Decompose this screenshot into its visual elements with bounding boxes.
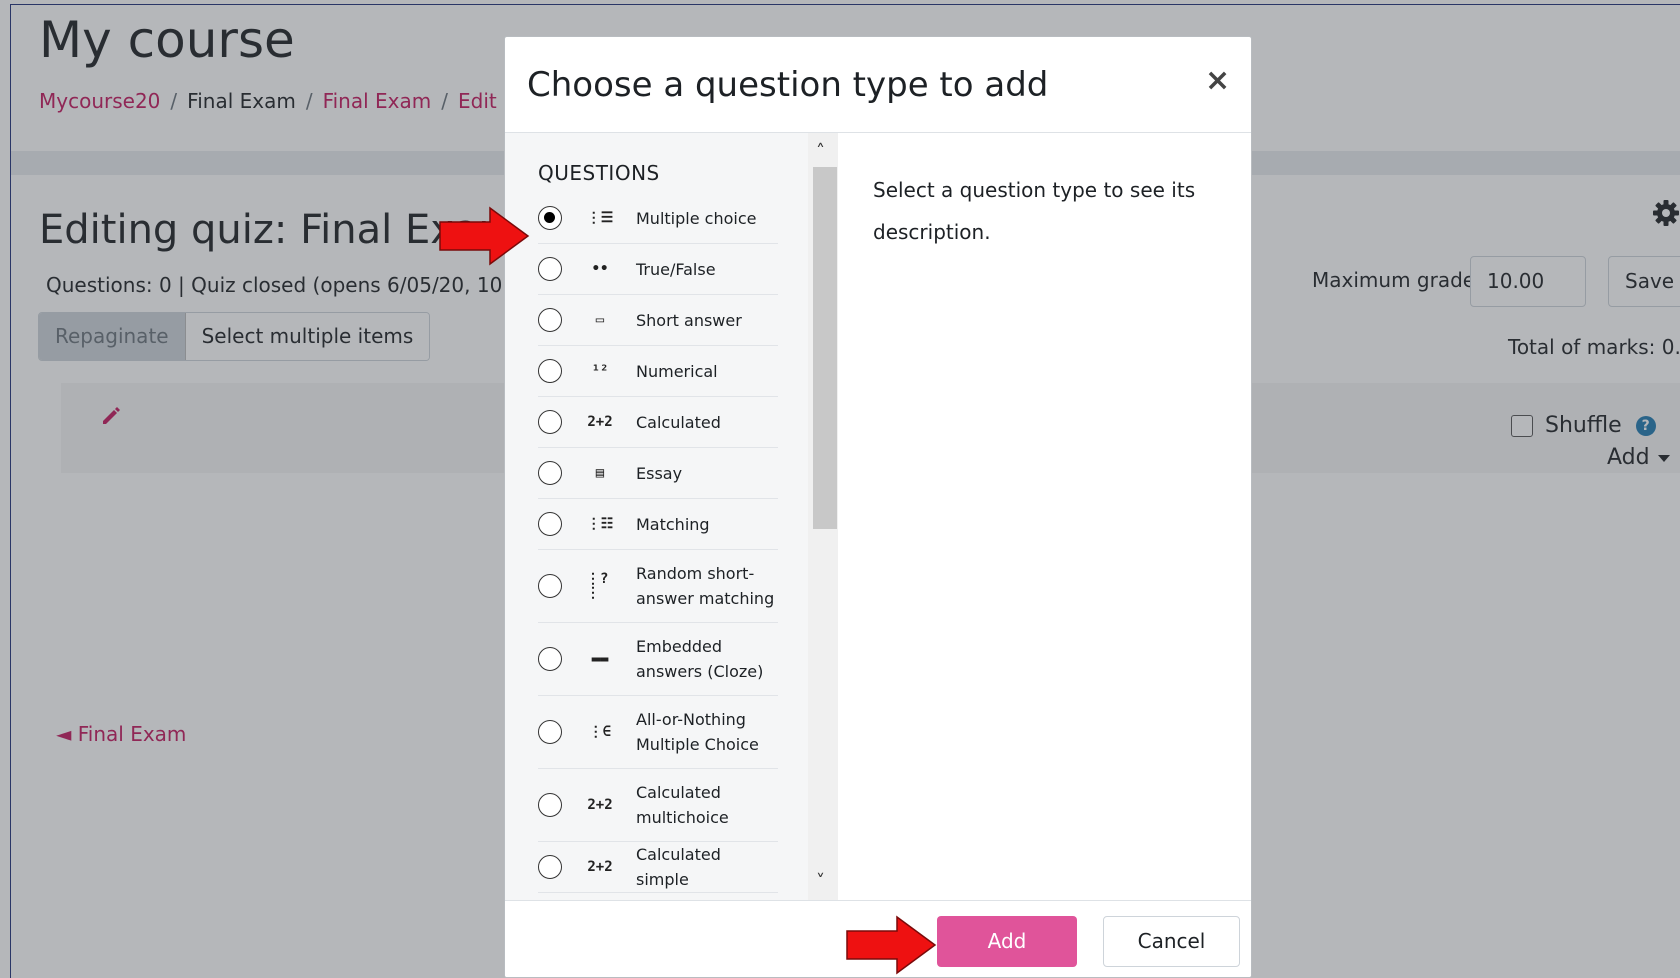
allornothing-icon: ⋮∈ xyxy=(588,724,612,740)
question-type-radio[interactable] xyxy=(538,206,562,230)
question-type-option[interactable]: 2+2 Calculated multichoice xyxy=(538,769,778,842)
question-type-option[interactable]: •• True/False xyxy=(538,244,778,295)
shortanswer-icon: ▭ xyxy=(595,312,605,328)
question-type-option[interactable]: ⋮∈ All-or-Nothing Multiple Choice xyxy=(538,696,778,769)
question-type-radio[interactable] xyxy=(538,793,562,817)
question-type-label: Multiple choice xyxy=(636,208,757,228)
matching-icon: ⋮☷ xyxy=(586,516,614,532)
question-type-option[interactable]: 2+2 Calculated simple xyxy=(538,842,778,893)
question-type-radio[interactable] xyxy=(538,574,562,598)
annotation-arrow-icon xyxy=(846,915,937,975)
question-type-option[interactable]: ▤ Essay xyxy=(538,448,778,499)
essay-icon: ▤ xyxy=(595,465,605,481)
question-type-label: True/False xyxy=(636,259,716,279)
question-type-option[interactable]: ⋮☷ Matching xyxy=(538,499,778,550)
questions-heading: QUESTIONS xyxy=(538,161,660,185)
question-type-option[interactable]: 2+2 Calculated xyxy=(538,397,778,448)
scrollbar-thumb[interactable] xyxy=(813,167,837,529)
question-type-option[interactable]: ¹² Numerical xyxy=(538,346,778,397)
question-type-label: Calculated simple xyxy=(636,845,721,889)
question-type-label: Matching xyxy=(636,514,710,534)
calculated-icon: 2+2 xyxy=(587,414,613,430)
question-type-radio[interactable] xyxy=(538,257,562,281)
cancel-button[interactable]: Cancel xyxy=(1103,916,1240,967)
add-button[interactable]: Add xyxy=(937,916,1077,967)
numerical-icon: ¹² xyxy=(591,363,609,379)
randomsamatch-icon: ⋮?⋮ xyxy=(586,571,609,601)
calculatedmulti-icon: 2+2 xyxy=(587,797,613,813)
question-type-label: Numerical xyxy=(636,361,718,381)
question-type-option[interactable]: ▭ Short answer xyxy=(538,295,778,346)
question-type-list-pane: QUESTIONS ⋮☰ Multiple choice •• True/False ▭… xyxy=(505,133,838,900)
question-type-option[interactable]: ⋮☰ Multiple choice xyxy=(538,193,778,244)
question-type-label: Random short-answer matching xyxy=(636,564,775,608)
question-type-radio[interactable] xyxy=(538,647,562,671)
question-type-radio[interactable] xyxy=(538,461,562,485)
list-scrollbar[interactable]: ˄ ˅ xyxy=(808,133,838,900)
close-icon[interactable]: × xyxy=(1205,63,1230,98)
dialog-title: Choose a question type to add xyxy=(527,65,1049,105)
question-type-option[interactable]: ⋮?⋮ Random short-answer matching xyxy=(538,550,778,623)
scroll-up-icon[interactable]: ˄ xyxy=(816,141,825,162)
question-type-label: Calculated xyxy=(636,412,721,432)
question-type-radio[interactable] xyxy=(538,512,562,536)
question-type-option[interactable]: ▬▬ Embedded answers (Cloze) xyxy=(538,623,778,696)
description-pane: Select a question type to see its descri… xyxy=(838,133,1251,900)
truefalse-icon: •• xyxy=(591,261,609,277)
scroll-down-icon[interactable]: ˅ xyxy=(816,871,825,892)
question-type-label: Short answer xyxy=(636,310,742,330)
question-type-dialog: Choose a question type to add × QUESTION… xyxy=(504,36,1252,978)
question-type-description: Select a question type to see its descri… xyxy=(873,178,1196,244)
question-type-radio[interactable] xyxy=(538,855,562,879)
cloze-icon: ▬▬ xyxy=(591,651,609,667)
calculatedsimple-icon: 2+2 xyxy=(587,859,613,875)
question-type-list: ⋮☰ Multiple choice •• True/False ▭ Short answ… xyxy=(538,193,778,893)
question-type-radio[interactable] xyxy=(538,359,562,383)
question-type-label: All-or-Nothing Multiple Choice xyxy=(636,710,759,754)
question-type-radio[interactable] xyxy=(538,720,562,744)
question-type-label: Embedded answers (Cloze) xyxy=(636,637,764,681)
annotation-arrow-icon xyxy=(439,206,530,266)
question-type-radio[interactable] xyxy=(538,308,562,332)
question-type-label: Essay xyxy=(636,463,683,483)
question-type-label: Calculated multichoice xyxy=(636,783,729,827)
question-type-radio[interactable] xyxy=(538,410,562,434)
dialog-header: Choose a question type to add × xyxy=(505,37,1251,133)
multichoice-icon: ⋮☰ xyxy=(586,210,614,226)
